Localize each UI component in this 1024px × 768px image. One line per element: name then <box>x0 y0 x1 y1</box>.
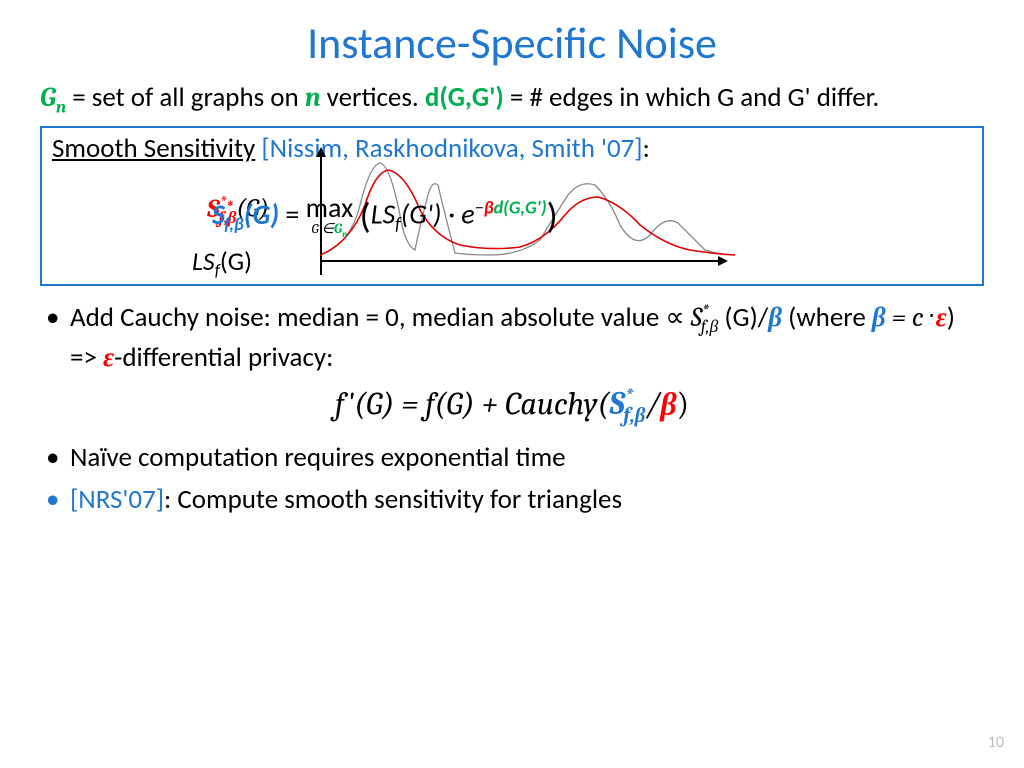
gn-symbol: Gn <box>40 82 66 113</box>
slide-title: Instance-Specific Noise <box>40 16 984 70</box>
page-number: 10 <box>988 733 1004 752</box>
definition-line: Gn = set of all graphs on n vertices. d(… <box>40 80 984 120</box>
smooth-sensitivity-box: Smooth Sensitivity [Nissim, Raskhodnikov… <box>40 126 984 286</box>
ls-label: LSf(G) <box>192 245 252 281</box>
bullet-naive: Naïve computation requires exponential t… <box>70 440 984 476</box>
bullet-cauchy: Add Cauchy noise: median = 0, median abs… <box>70 300 984 377</box>
bullet-nrs: [NRS'07]: Compute smooth sensitivity for… <box>70 482 984 518</box>
smooth-sens-formula: S*f,β(G) = maxG'∈Gn (LSf(G') · e−βd(G,G'… <box>212 193 558 240</box>
fprime-equation: f'(G) = f(G) + Cauchy(S*f,β/β) <box>40 385 984 428</box>
